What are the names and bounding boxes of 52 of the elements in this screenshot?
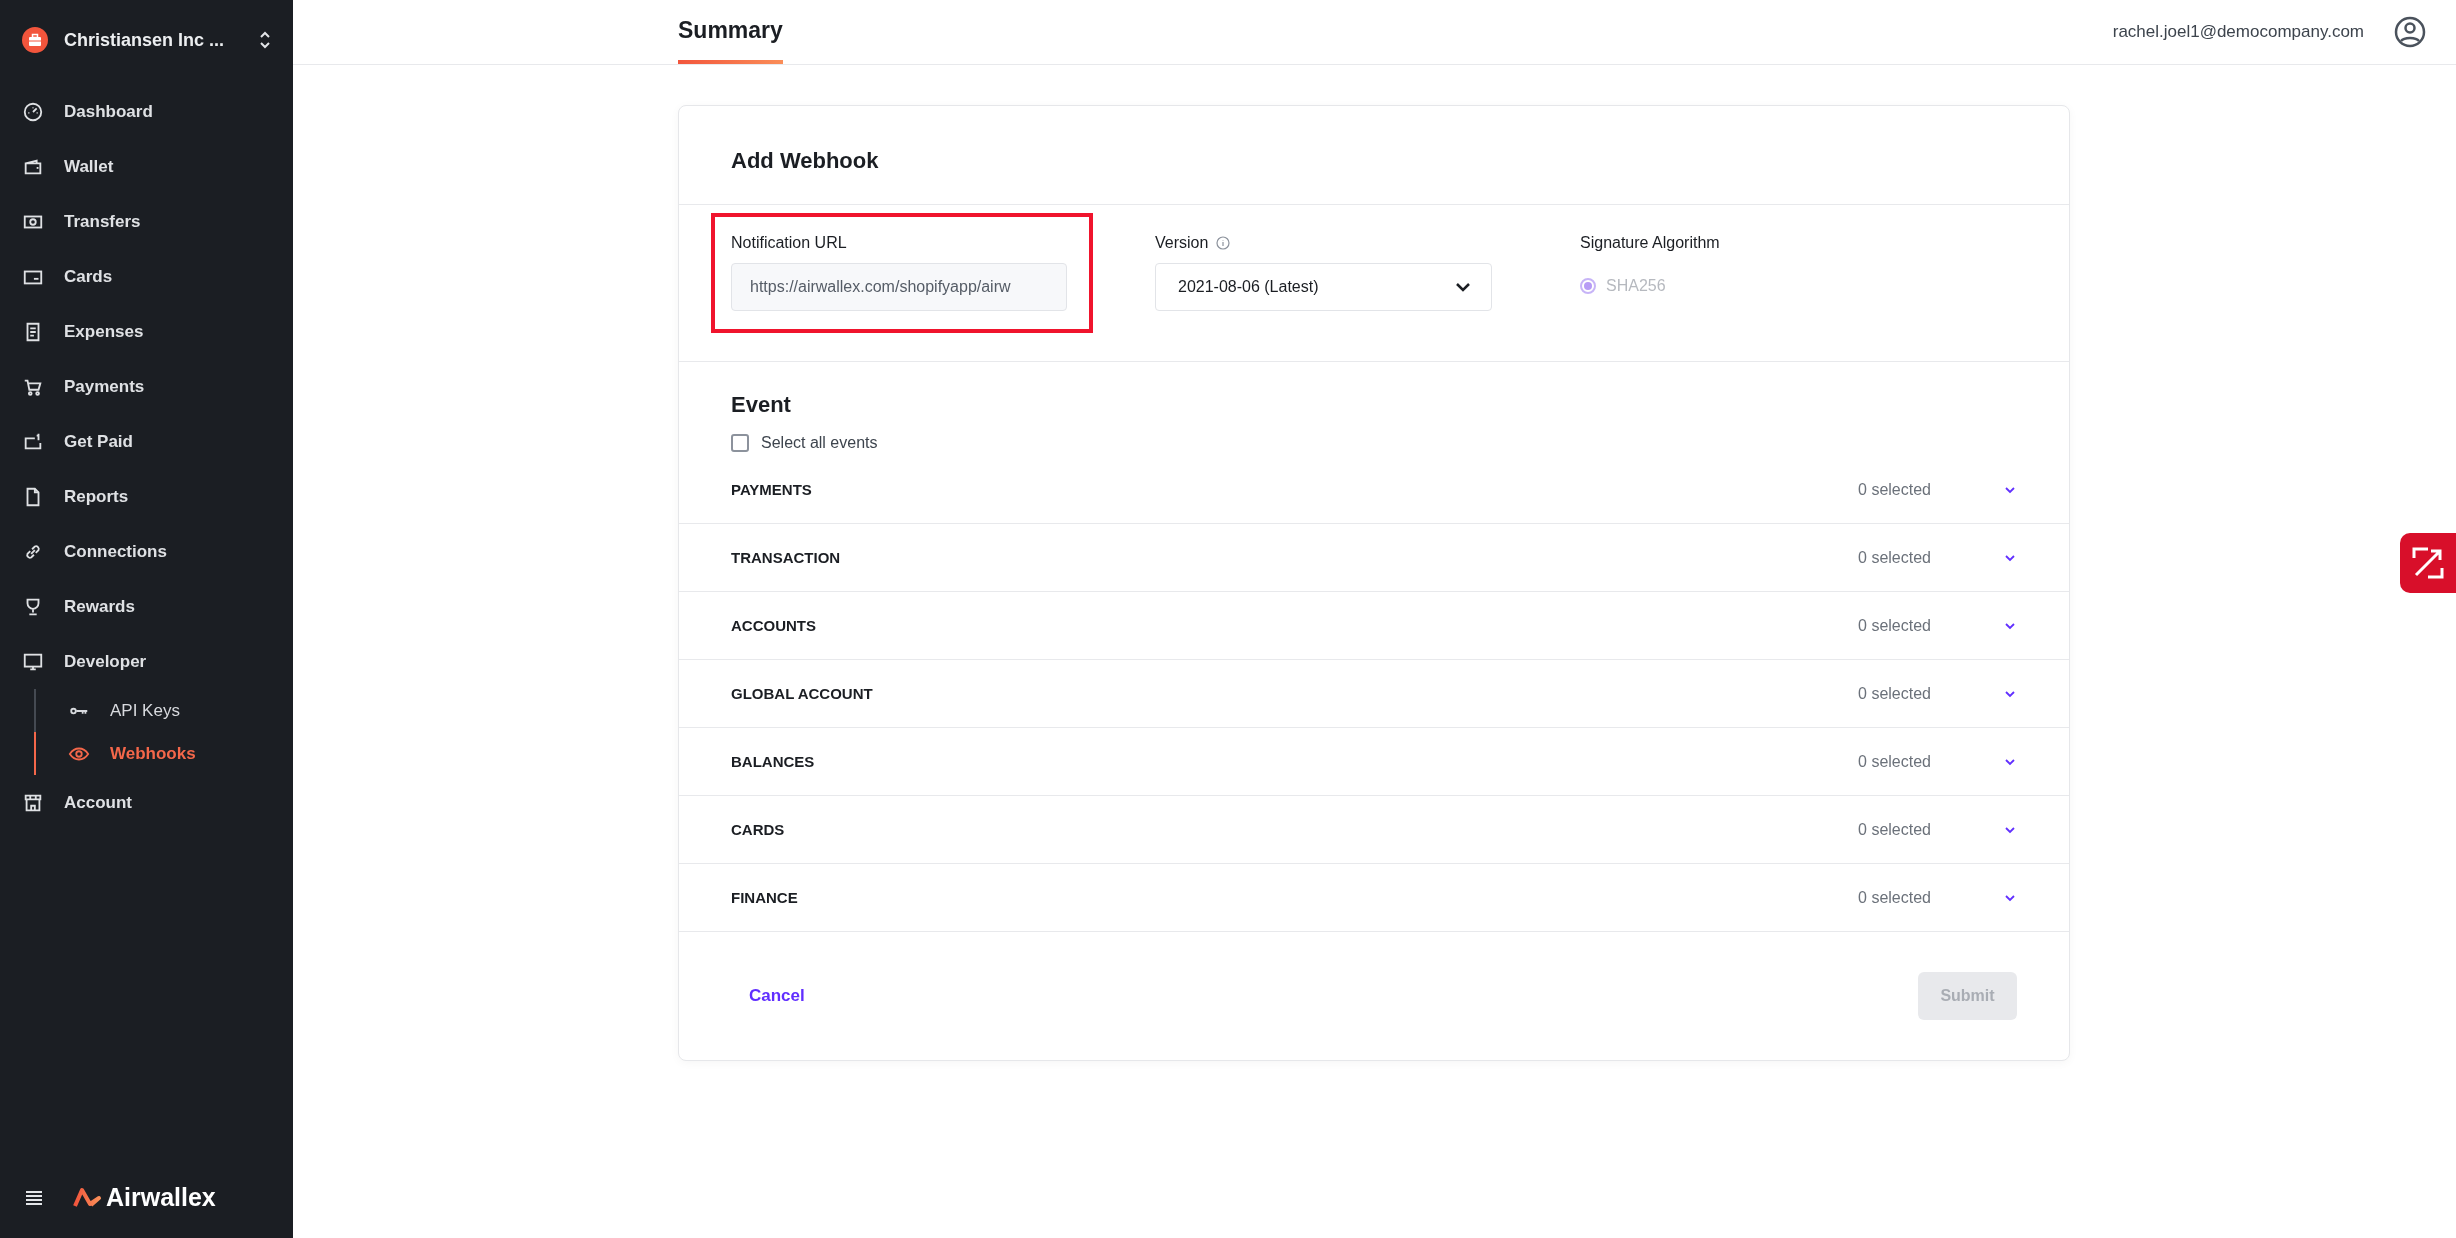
section-title: Event — [731, 392, 792, 418]
user-email: rachel.joel1@democompany.com — [2112, 22, 2364, 42]
selected-count: 0 selected — [1858, 752, 1931, 771]
sidebar-item[interactable]: Payments — [0, 359, 293, 414]
sidebar-item[interactable]: Developer — [0, 634, 293, 689]
event-group-label[interactable]: CARDS — [731, 821, 1859, 838]
checkbox-label: Select all events — [761, 434, 878, 452]
logo-wordmark: Airwallex — [106, 1183, 216, 1212]
menu-icon[interactable] — [26, 1190, 42, 1205]
field-label: Notification URL — [731, 233, 848, 253]
selected-count: 0 selected — [1858, 548, 1931, 567]
sidebar-item[interactable]: Reports — [0, 469, 293, 524]
avatar-icon[interactable] — [2394, 16, 2426, 48]
switcher-caret-icon[interactable] — [259, 31, 271, 49]
sidebar-item[interactable]: Rewards — [0, 579, 293, 634]
sidebar-item[interactable]: Account — [0, 775, 293, 830]
cancel-link[interactable]: Cancel — [749, 986, 805, 1006]
sidebar-item[interactable]: Connections — [0, 524, 293, 579]
selected-count: 0 selected — [1858, 616, 1931, 635]
event-group-label[interactable]: TRANSACTION — [731, 549, 1859, 566]
notification-url-field[interactable]: https://airwallex.com/shopifyapp/airw — [731, 263, 1067, 311]
sidebar-subitem[interactable]: API Keys — [34, 689, 293, 732]
form-title: Add Webhook — [679, 106, 2069, 205]
sidebar-item[interactable]: Transfers — [0, 194, 293, 249]
company-name[interactable]: Christiansen Inc ... — [64, 29, 243, 51]
version-dropdown[interactable]: 2021-08-06 (Latest) — [1155, 263, 1492, 311]
expand-icon[interactable] — [2411, 546, 2445, 580]
event-group-label[interactable]: ACCOUNTS — [731, 617, 1859, 634]
tab[interactable]: Summary — [678, 0, 783, 64]
event-group-label[interactable]: GLOBAL ACCOUNT — [731, 685, 1859, 702]
sidebar-item[interactable]: Dashboard — [0, 84, 293, 139]
selected-count: 0 selected — [1858, 480, 1931, 499]
selected-count: 0 selected — [1858, 888, 1931, 907]
selected-count: 0 selected — [1858, 684, 1931, 703]
company-badge-icon — [22, 27, 48, 53]
checkbox[interactable] — [731, 434, 749, 452]
event-group-label[interactable]: FINANCE — [731, 889, 1859, 906]
floating-action-button[interactable] — [2400, 533, 2456, 593]
sidebar-item[interactable]: Wallet — [0, 139, 293, 194]
sidebar-item[interactable]: Get Paid — [0, 414, 293, 469]
sidebar-item[interactable]: Expenses — [0, 304, 293, 359]
event-group-label[interactable]: BALANCES — [731, 753, 1859, 770]
gauge-icon — [22, 100, 44, 123]
event-group-label[interactable]: PAYMENTS — [731, 481, 1859, 498]
selected-count: 0 selected — [1858, 820, 1931, 839]
field-label: Version — [1155, 234, 1209, 252]
field-label: Signature Algorithm — [1580, 233, 1721, 253]
chevron-down-icon[interactable] — [1455, 282, 1471, 292]
logo-icon — [72, 1186, 102, 1209]
sidebar-subitem[interactable]: Webhooks — [34, 732, 293, 775]
info-icon[interactable] — [1216, 236, 1231, 250]
sidebar-item[interactable]: Cards — [0, 249, 293, 304]
